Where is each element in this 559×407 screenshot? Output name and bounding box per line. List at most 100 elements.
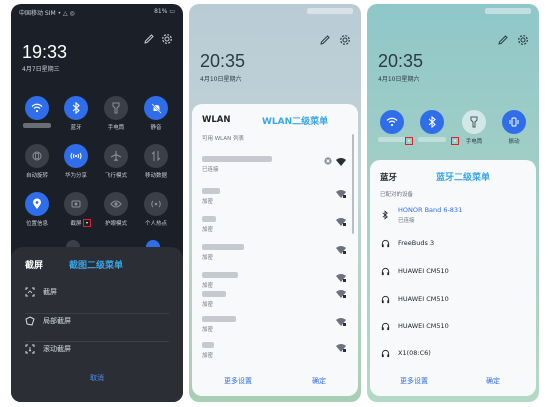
tile-label: 飞行模式 bbox=[104, 173, 127, 179]
paired-device-row[interactable]: HUAWEI CM510 bbox=[380, 262, 526, 280]
partial-screenshot-icon bbox=[25, 315, 35, 326]
network-name-redacted bbox=[202, 342, 214, 348]
airplane-icon bbox=[104, 144, 128, 168]
screenshot-submenu-sheet: 截屏 截图二级菜单 截屏 局部截屏 滚动截屏 取消 bbox=[11, 247, 183, 402]
screenshot-icon bbox=[64, 192, 88, 216]
tile-flashlight[interactable]: 手电筒 bbox=[454, 110, 494, 145]
wlan-network-row[interactable]: 已连接 bbox=[202, 156, 346, 174]
gear-icon[interactable] bbox=[517, 34, 529, 46]
scroll-screenshot-icon bbox=[25, 344, 35, 354]
network-status: 加密 bbox=[202, 199, 214, 205]
submenu-caption: 截图二级菜单 bbox=[69, 261, 124, 271]
edit-icon[interactable] bbox=[143, 33, 155, 45]
submenu-caption: 蓝牙二级菜单 bbox=[436, 173, 491, 183]
tile-peek bbox=[146, 240, 160, 247]
tile-huawei-share[interactable]: 华为分享 bbox=[56, 144, 96, 179]
tile-eye-comfort[interactable]: 护眼模式 bbox=[96, 192, 136, 227]
option-screenshot[interactable]: 截屏 bbox=[25, 285, 169, 299]
tile-mobile-data[interactable]: 移动数据 bbox=[136, 144, 176, 179]
network-status: 加密 bbox=[202, 255, 214, 261]
cancel-button[interactable]: 取消 bbox=[11, 373, 183, 383]
list-header: 可用 WLAN 列表 bbox=[202, 136, 245, 142]
battery-status: 81% ▭ bbox=[154, 8, 175, 15]
tile-label: 蓝牙 bbox=[70, 125, 82, 131]
device-name: HUAWEI CM510 bbox=[398, 322, 449, 330]
clock-time: 20:35 bbox=[200, 51, 246, 71]
network-name-redacted bbox=[202, 272, 238, 278]
wlan-network-row[interactable]: 加密 bbox=[202, 342, 346, 360]
headphones-icon bbox=[380, 322, 390, 331]
clock-date: 4月10日星期六 bbox=[200, 76, 242, 83]
network-name-redacted bbox=[202, 156, 272, 162]
tile-location[interactable]: 位置信息 bbox=[17, 192, 57, 227]
paired-device-row[interactable]: X1(08:C6) bbox=[380, 344, 526, 362]
submenu-caption: WLAN二级菜单 bbox=[262, 117, 329, 127]
mute-icon bbox=[144, 96, 168, 120]
tile-label: 静音 bbox=[150, 125, 162, 131]
card-title: WLAN bbox=[202, 115, 231, 125]
paired-device-row[interactable]: FreeBuds 3 bbox=[380, 234, 526, 252]
device-name: HUAWEI CM510 bbox=[398, 267, 449, 275]
status-bar bbox=[189, 4, 361, 18]
tile-hotspot[interactable]: 个人热点 bbox=[136, 192, 176, 227]
tile-label: 移动数据 bbox=[144, 173, 167, 179]
paired-device-row[interactable]: HUAWEI CM510 bbox=[380, 317, 526, 335]
paired-device-row[interactable]: HUAWEI CM510 bbox=[380, 290, 526, 308]
tile-label: 手电筒 bbox=[107, 125, 125, 131]
wifi-icon bbox=[25, 96, 49, 120]
headphones-icon bbox=[380, 239, 390, 248]
bluetooth-panel-phone: 20:35 4月10日星期六 手电筒 振动 蓝牙 蓝牙二级菜单 已配对的设备 H… bbox=[367, 4, 539, 402]
more-settings-link[interactable]: 更多设置 bbox=[224, 376, 252, 386]
tile-flashlight[interactable]: 手电筒 bbox=[96, 96, 136, 131]
option-scroll-screenshot[interactable]: 滚动截屏 bbox=[25, 341, 169, 355]
edit-icon[interactable] bbox=[497, 34, 509, 46]
status-bar: 中国移动 SIM • △ ◎ 81% ▭ bbox=[11, 4, 183, 18]
eye-icon bbox=[104, 192, 128, 216]
info-icon[interactable] bbox=[324, 157, 332, 165]
vibrate-icon bbox=[502, 110, 526, 134]
tile-bluetooth[interactable] bbox=[412, 110, 452, 142]
tile-label: 个人热点 bbox=[144, 221, 167, 227]
bluetooth-icon bbox=[420, 110, 444, 134]
scrollbar[interactable] bbox=[352, 134, 354, 234]
paired-device-row[interactable]: HONOR Band 6-831 已连接 bbox=[380, 206, 526, 224]
location-icon bbox=[25, 192, 49, 216]
network-status: 加密 bbox=[202, 302, 214, 308]
tile-label: 自动旋转 bbox=[25, 173, 48, 179]
bluetooth-dropdown-highlight[interactable] bbox=[451, 137, 459, 145]
tile-airplane[interactable]: 飞行模式 bbox=[96, 144, 136, 179]
option-label: 截屏 bbox=[43, 288, 57, 296]
wifi-dropdown-highlight[interactable] bbox=[405, 137, 413, 145]
more-settings-link[interactable]: 更多设置 bbox=[400, 376, 428, 386]
clock-date: 4月7日星期三 bbox=[22, 66, 60, 73]
tile-mute[interactable]: 静音 bbox=[136, 96, 176, 131]
wlan-network-row[interactable]: 加密 bbox=[202, 188, 346, 206]
gear-icon[interactable] bbox=[161, 33, 173, 45]
tile-auto-rotate[interactable]: 自动旋转 bbox=[17, 144, 57, 179]
device-name: HONOR Band 6-831 bbox=[398, 206, 463, 214]
tile-vibrate[interactable]: 振动 bbox=[494, 110, 534, 145]
network-name-redacted bbox=[202, 316, 236, 322]
device-name: X1(08:C6) bbox=[398, 349, 431, 357]
tile-bluetooth[interactable]: 蓝牙 bbox=[56, 96, 96, 131]
network-name-redacted bbox=[202, 291, 226, 297]
clock-time: 19:33 bbox=[22, 42, 68, 62]
wlan-network-row[interactable]: 加密 bbox=[202, 216, 346, 234]
wlan-network-row[interactable]: 加密 bbox=[202, 244, 346, 262]
bluetooth-submenu-card: 蓝牙 蓝牙二级菜单 已配对的设备 HONOR Band 6-831 已连接 Fre… bbox=[370, 160, 536, 396]
tile-label: 位置信息 bbox=[25, 221, 48, 227]
confirm-button[interactable]: 确定 bbox=[312, 376, 326, 386]
wifi-locked-icon bbox=[336, 344, 346, 352]
wlan-network-row[interactable]: 加密 bbox=[202, 316, 346, 334]
share-icon bbox=[64, 144, 88, 168]
gear-icon[interactable] bbox=[339, 34, 351, 46]
option-partial-screenshot[interactable]: 局部截屏 bbox=[25, 313, 169, 327]
clock-date: 4月10日星期六 bbox=[378, 76, 420, 83]
tile-wifi[interactable] bbox=[17, 96, 57, 128]
screenshot-dropdown-highlight[interactable] bbox=[83, 219, 91, 227]
network-name-redacted bbox=[202, 244, 244, 250]
edit-icon[interactable] bbox=[319, 34, 331, 46]
rotate-icon bbox=[25, 144, 49, 168]
wlan-network-row[interactable]: 加密 bbox=[202, 288, 346, 308]
confirm-button[interactable]: 确定 bbox=[486, 376, 500, 386]
